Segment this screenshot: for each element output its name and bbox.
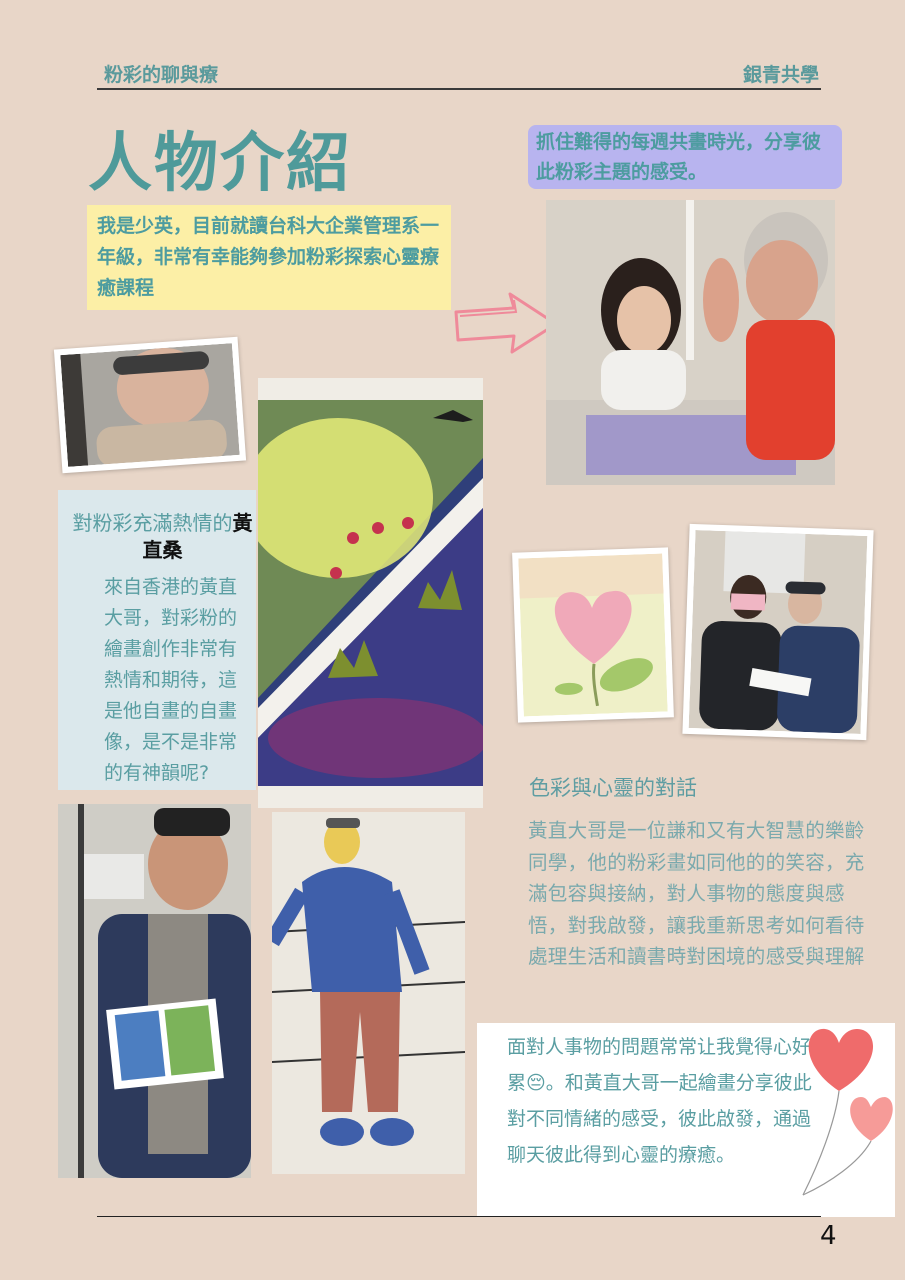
photo-portrait-tilted [53,336,247,474]
header-right: 銀青共學 [742,64,819,86]
profile-body: 來自香港的黃直大哥，對彩粉的繪畫創作非常有熱情和期待，這是他自畫的自畫像，是不是… [104,576,238,784]
caption-top: 抓住難得的每週共畫時光，分享彼此粉彩主題的感受。 [528,125,842,189]
profile-heading-prefix: 對粉彩充滿熱情的 [72,511,233,535]
photo-man-with-painting [58,804,251,1178]
section-heading: 色彩與心靈的對話 [529,776,697,800]
footer-divider [97,1216,821,1217]
photo-looking-at-papers [682,523,874,741]
photo-heart-painting [512,547,674,723]
photo-discussion [546,200,835,485]
reflection-box: 面對人事物的問題常常让我覺得心好累😔。和黃直大哥一起繪畫分享彼此對不同情緒的感受… [477,1023,895,1217]
header-left: 粉彩的聊與療 [104,64,219,86]
intro-text: 我是少英，目前就讀台科大企業管理系一年級，非常有幸能夠參加粉彩探索心靈療癒課程 [87,205,451,310]
profile-panel: 對粉彩充滿熱情的黃直桑 來自香港的黃直大哥，對彩粉的繪畫創作非常有熱情和期待，這… [58,490,256,790]
reflection-text: 面對人事物的問題常常让我覺得心好累😔。和黃直大哥一起繪畫分享彼此對不同情緒的感受… [507,1036,812,1166]
profile-heading: 對粉彩充滿熱情的黃直桑 [70,510,255,564]
painting-pastel-diagonal [258,378,483,808]
page-number: 4 [820,1221,837,1251]
page-title: 人物介紹 [88,127,352,201]
pink-arrow-icon [452,290,560,356]
heart-balloons-icon [799,1023,895,1203]
header-divider [97,88,821,90]
drawing-self-portrait [272,812,465,1174]
section-body: 黃直大哥是一位謙和又有大智慧的樂齡同學，他的粉彩畫如同他的的笑容，充滿包容與接納… [528,819,865,968]
